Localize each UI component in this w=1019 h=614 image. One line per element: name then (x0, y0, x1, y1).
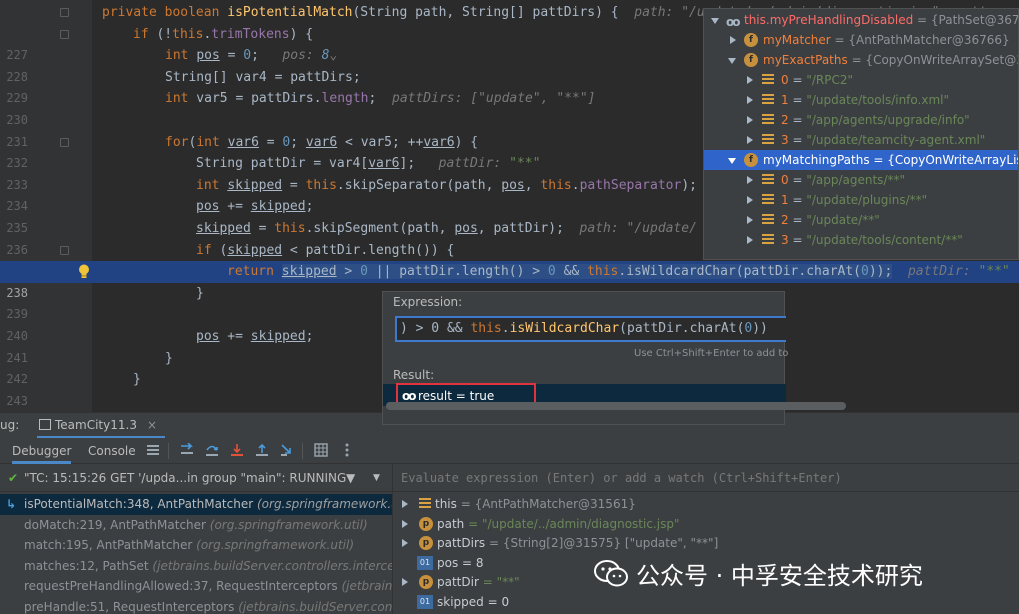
horizontal-scrollbar[interactable] (386, 402, 846, 410)
object-icon (419, 498, 431, 510)
watch-item[interactable]: 0 = "/RPC2" (704, 70, 1018, 90)
list-item-icon (762, 114, 774, 126)
variable-row[interactable]: this = {AntPathMatcher@31561} (393, 494, 1019, 514)
collapse-arrow-icon[interactable] (728, 58, 736, 64)
watch-row-mymatcher[interactable]: f myMatcher = {AntPathMatcher@36766} (704, 30, 1018, 50)
expand-arrow-icon[interactable] (402, 578, 408, 586)
debug-label: ug: (0, 418, 20, 432)
watch-row-mymatchingpaths-selected[interactable]: f myMatchingPaths = {CopyOnWriteArrayLis… (704, 150, 1018, 170)
variable-row[interactable]: p pattDirs = {String[2]@31575} ["update"… (393, 533, 1019, 553)
show-execution-point-icon[interactable] (180, 443, 194, 457)
debug-toolbar: Debugger Console (0, 438, 1019, 464)
filter-icon[interactable]: ▼ (346, 464, 355, 492)
expression-input[interactable]: ) > 0 && this.isWildcardChar(pattDir.cha… (395, 316, 786, 342)
watches-popup[interactable]: oo this.myPreHandlingDisabled = {PathSet… (703, 8, 1019, 260)
list-item-icon (762, 94, 774, 106)
expression-label: Expression: (393, 295, 463, 309)
watch-item[interactable]: 2 = "/app/agents/upgrade/info" (704, 110, 1018, 130)
variable-row[interactable]: p path = "/update/../admin/diagnostic.js… (393, 514, 1019, 534)
watch-item[interactable]: 2 = "/update/**" (704, 210, 1018, 230)
expand-arrow-icon[interactable] (402, 539, 408, 547)
fold-marker-icon[interactable] (60, 245, 69, 255)
expand-arrow-icon[interactable] (730, 36, 736, 44)
stack-frame[interactable]: requestPreHandlingAllowed:37, RequestInt… (0, 576, 392, 597)
fold-marker-icon[interactable] (60, 29, 69, 39)
expand-arrow-icon[interactable] (747, 76, 753, 84)
stack-frame[interactable]: matches:12, PathSet (jetbrains.buildServ… (0, 556, 392, 577)
expand-arrow-icon[interactable] (747, 216, 753, 224)
stack-frame-active[interactable]: ↳ isPotentialMatch:348, AntPathMatcher (… (0, 494, 392, 515)
parameter-icon: p (419, 516, 433, 531)
expand-arrow-icon[interactable] (747, 136, 753, 144)
run-config-icon (39, 419, 51, 430)
primitive-icon: 01 (417, 594, 433, 609)
fold-marker-icon[interactable] (60, 8, 69, 17)
field-icon: f (744, 53, 758, 67)
expand-arrow-icon[interactable] (747, 116, 753, 124)
stack-frame[interactable]: preHandle:51, RequestInterceptors (jetbr… (0, 597, 392, 614)
variable-row[interactable]: 01 skipped = 0 (393, 592, 1019, 612)
collapse-arrow-icon[interactable] (728, 158, 736, 164)
expand-arrow-icon[interactable] (402, 519, 408, 528)
code-line-238-current: 238 return skipped > 0 || pattDir.length… (0, 261, 1019, 300)
parameter-icon: p (419, 536, 433, 550)
list-item-icon (762, 214, 774, 226)
watch-item[interactable]: 3 = "/update/teamcity-agent.xml" (704, 130, 1018, 150)
watch-glasses-icon: oo (726, 15, 740, 29)
expand-arrow-icon[interactable] (747, 196, 753, 204)
toolbar-divider (302, 443, 303, 459)
list-item-icon (762, 194, 774, 206)
evaluate-expression-icon[interactable] (314, 443, 328, 457)
menu-icon[interactable] (146, 443, 160, 457)
variables-panel[interactable]: Evaluate expression (Enter) or add a wat… (392, 464, 1019, 614)
expand-arrow-icon[interactable] (747, 236, 753, 244)
step-into-icon[interactable] (230, 443, 244, 457)
primitive-icon: 01 (417, 555, 433, 570)
expand-arrow-icon[interactable] (711, 18, 719, 24)
expand-arrow-icon[interactable] (402, 500, 408, 508)
current-frame-arrow-icon: ↳ (6, 497, 17, 511)
fold-marker-icon[interactable] (60, 137, 69, 147)
evaluate-expression-dialog[interactable]: Expression: ) > 0 && this.isWildcardChar… (382, 291, 846, 425)
expression-hint: Use Ctrl+Shift+Enter to add to (634, 348, 789, 359)
expand-arrow-icon[interactable] (747, 96, 753, 104)
chevron-down-icon[interactable]: ▼ (373, 464, 380, 492)
watch-row-root[interactable]: oo this.myPreHandlingDisabled = {PathSet… (704, 10, 1018, 30)
list-item-icon (762, 134, 774, 146)
run-to-cursor-icon[interactable] (280, 443, 294, 457)
check-icon: ✔ (8, 471, 19, 485)
close-icon[interactable]: × (147, 418, 157, 432)
watch-item[interactable]: 3 = "/update/tools/content/**" (704, 230, 1018, 250)
step-out-icon[interactable] (255, 443, 269, 457)
watch-item[interactable]: 0 = "/app/agents/**" (704, 170, 1018, 190)
stack-frame[interactable]: doMatch:219, AntPathMatcher (org.springf… (0, 515, 392, 536)
result-label: Result: (393, 368, 435, 382)
watch-item[interactable]: 1 = "/update/plugins/**" (704, 190, 1018, 210)
toolbar-divider (168, 443, 169, 459)
wechat-logo-icon (594, 560, 628, 587)
frames-panel[interactable]: ✔ "TC: 15:15:26 GET '/upda...in group "m… (0, 464, 392, 614)
field-icon: f (744, 153, 758, 167)
lightbulb-icon[interactable] (78, 264, 90, 279)
tab-teamcity[interactable]: TeamCity11.3 × (37, 413, 166, 439)
list-item-icon (762, 174, 774, 186)
thread-selector[interactable]: ✔ "TC: 15:15:26 GET '/upda...in group "m… (0, 464, 392, 492)
stack-frame[interactable]: match:195, AntPathMatcher (org.springfra… (0, 535, 392, 556)
watch-expression-input[interactable]: Evaluate expression (Enter) or add a wat… (393, 464, 1019, 492)
parameter-icon: p (419, 575, 433, 589)
expand-arrow-icon[interactable] (747, 176, 753, 184)
list-item-icon (762, 74, 774, 86)
watch-item[interactable]: 1 = "/update/tools/info.xml" (704, 90, 1018, 110)
tab-console[interactable]: Console (88, 438, 136, 464)
field-icon: f (744, 33, 758, 47)
tab-debugger[interactable]: Debugger (12, 438, 72, 464)
more-options-icon[interactable] (340, 443, 354, 457)
list-item-icon (762, 234, 774, 246)
watch-row-myexactpaths[interactable]: f myExactPaths = {CopyOnWriteArraySet@36 (704, 50, 1018, 70)
step-over-icon[interactable] (205, 443, 219, 457)
